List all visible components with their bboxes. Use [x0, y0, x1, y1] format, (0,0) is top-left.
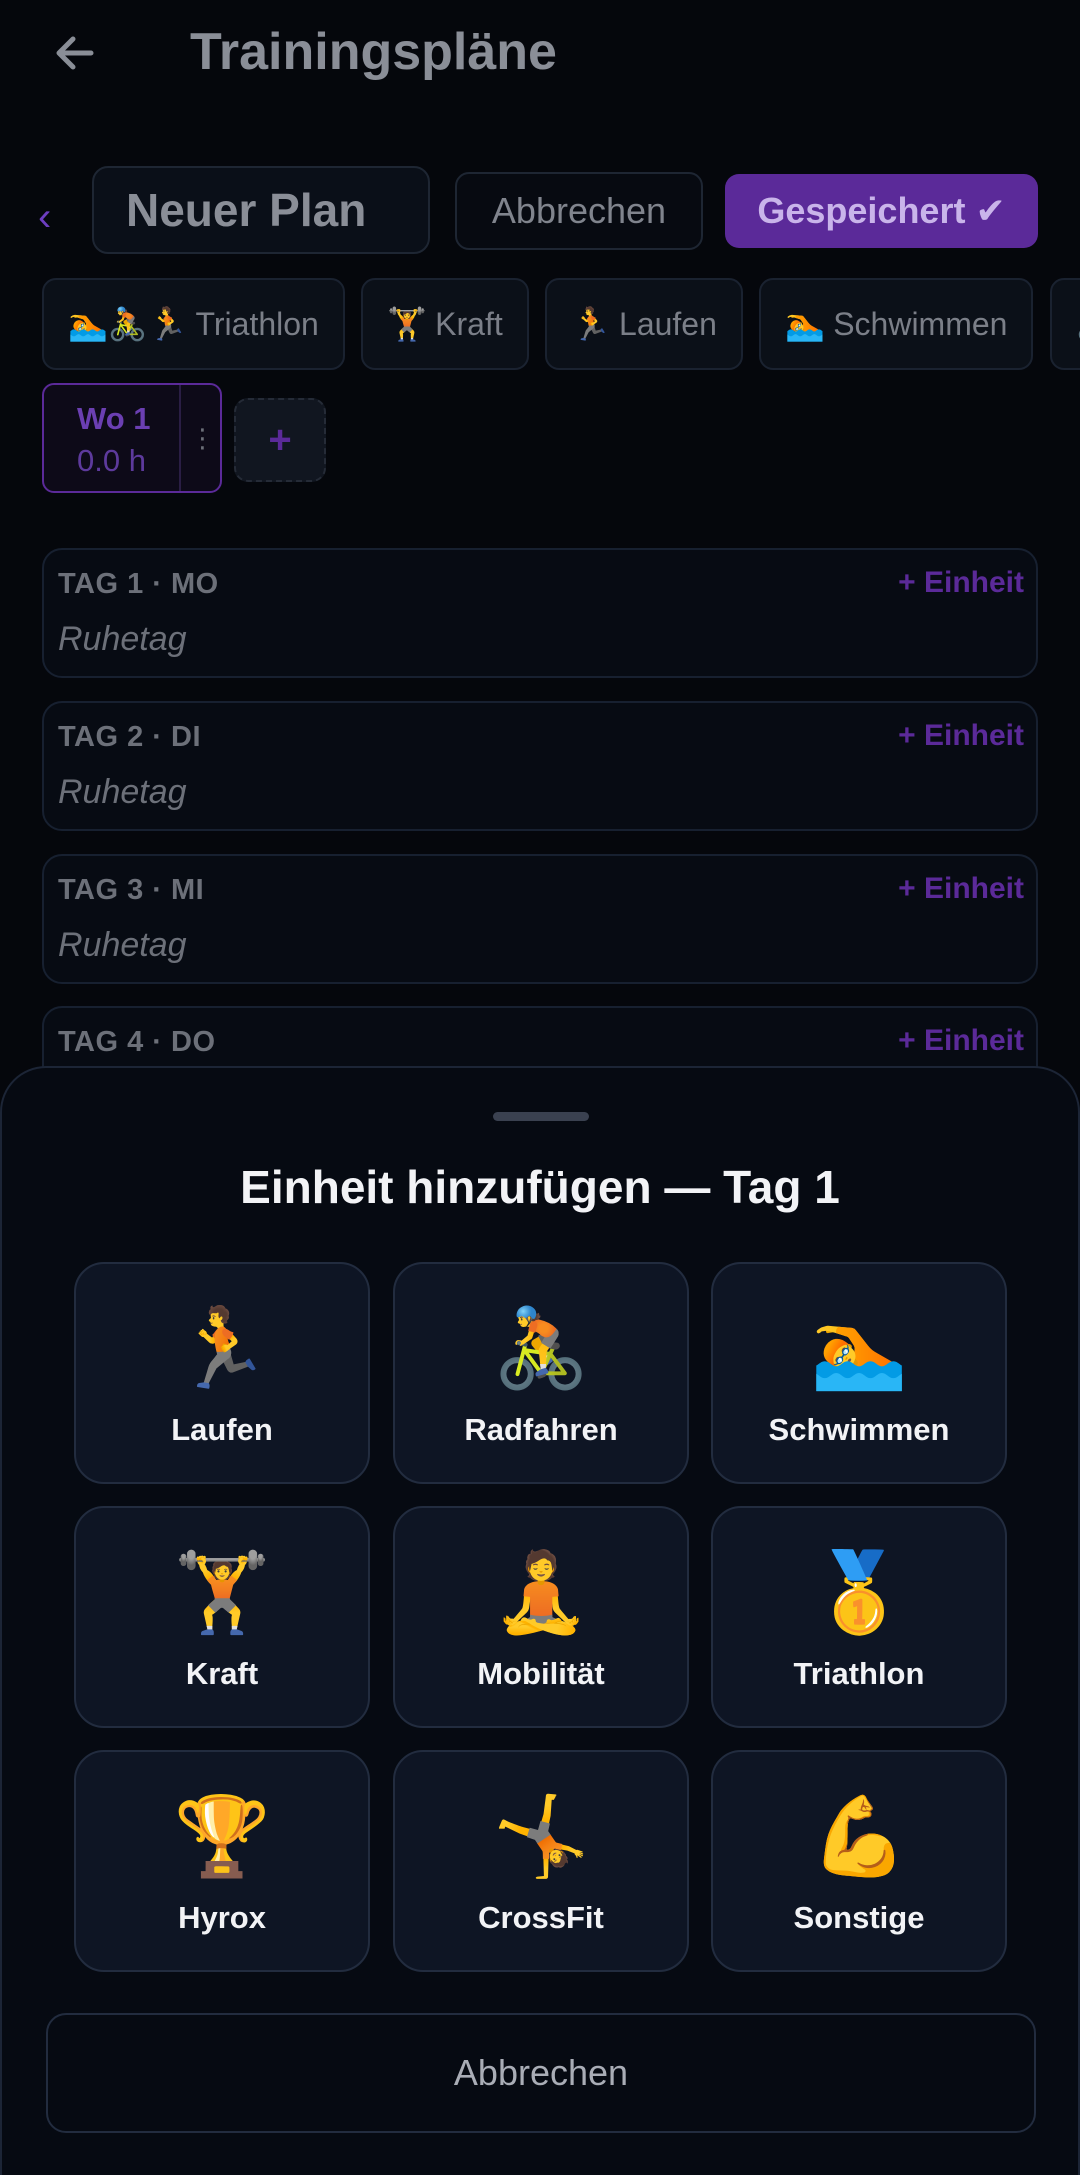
- day-card-1: TAG 1 · MO + Einheit Ruhetag: [42, 548, 1038, 678]
- medal-icon: 🥇: [810, 1548, 908, 1636]
- add-session-button[interactable]: + Einheit: [898, 872, 1024, 906]
- sheet-title: Einheit hinzufügen — Tag 1: [240, 1161, 840, 1213]
- previous-plan-button[interactable]: ‹: [38, 192, 51, 242]
- activity-label: Schwimmen: [768, 1412, 950, 1447]
- activity-label: Kraft: [185, 1656, 259, 1691]
- trophy-icon: 🏆: [173, 1792, 271, 1880]
- week-menu-icon[interactable]: ⋮: [179, 385, 224, 491]
- chip-label: Schwimmen: [833, 305, 1008, 342]
- cartwheel-icon: 🤸: [492, 1792, 590, 1880]
- activity-label: Laufen: [171, 1412, 273, 1447]
- week-tab-1[interactable]: Wo 1 0.0 h ⋮: [42, 383, 222, 493]
- add-session-sheet: Einheit hinzufügen — Tag 1 🏃 Laufen 🚴 Ra…: [0, 1066, 1080, 2175]
- chip-schwimmen[interactable]: 🏊 Schwimmen: [759, 278, 1034, 370]
- chip-triathlon[interactable]: 🏊🚴🏃 Triathlon: [42, 278, 345, 370]
- sheet-cancel-button[interactable]: Abbrechen: [46, 2013, 1036, 2133]
- add-week-button[interactable]: +: [234, 398, 326, 482]
- week-label: Wo 1: [77, 401, 151, 436]
- meditation-icon: 🧘: [492, 1548, 590, 1636]
- activity-label: Radfahren: [464, 1412, 618, 1447]
- activity-sonstige[interactable]: 💪 Sonstige: [711, 1750, 1007, 1972]
- page-title: Trainingspläne: [190, 23, 557, 81]
- chip-label: Triathlon: [195, 305, 319, 342]
- activity-schwimmen[interactable]: 🏊 Schwimmen: [711, 1262, 1007, 1484]
- activity-label: Triathlon: [793, 1656, 925, 1691]
- add-session-button[interactable]: + Einheit: [898, 1024, 1024, 1058]
- activity-kraft[interactable]: 🏋 Kraft: [74, 1506, 370, 1728]
- biceps-icon: 💪: [810, 1792, 908, 1880]
- day-status: Ruhetag: [58, 773, 187, 811]
- activity-hyrox[interactable]: 🏆 Hyrox: [74, 1750, 370, 1972]
- day-status: Ruhetag: [58, 926, 187, 964]
- template-chips: 🏊🚴🏃Triathlon 🏋Kraft 🏃Laufen 🏊Schwimmen 🚴…: [42, 278, 1080, 373]
- day-label: TAG 3 · MI: [58, 874, 205, 906]
- add-session-button[interactable]: + Einheit: [898, 719, 1024, 753]
- triathlon-icon: 🏊🚴🏃: [68, 306, 188, 342]
- day-status: Ruhetag: [58, 620, 187, 658]
- running-icon: 🏃: [173, 1304, 271, 1392]
- cycling-icon: 🚴: [1076, 305, 1080, 343]
- cycling-icon: 🚴: [492, 1304, 590, 1392]
- activity-radfahren[interactable]: 🚴 Radfahren: [393, 1262, 689, 1484]
- activity-crossfit[interactable]: 🤸 CrossFit: [393, 1750, 689, 1972]
- activity-mobilitaet[interactable]: 🧘 Mobilität: [393, 1506, 689, 1728]
- day-label: TAG 1 · MO: [58, 568, 219, 600]
- chip-kraft[interactable]: 🏋 Kraft: [361, 278, 529, 370]
- swimming-icon: 🏊: [810, 1304, 908, 1392]
- chip-radfahren[interactable]: 🚴R: [1049, 278, 1080, 370]
- day-card-3: TAG 3 · MI + Einheit Ruhetag: [42, 854, 1038, 984]
- day-label: TAG 4 · DO: [58, 1026, 216, 1058]
- chip-label: Kraft: [435, 305, 503, 342]
- sheet-drag-handle[interactable]: [493, 1112, 589, 1121]
- chip-laufen[interactable]: 🏃 Laufen: [545, 278, 743, 370]
- weightlifting-icon: 🏋: [173, 1548, 271, 1636]
- arrow-left-icon: [56, 36, 94, 70]
- week-hours: 0.0 h: [77, 443, 146, 478]
- add-session-button[interactable]: + Einheit: [898, 566, 1024, 600]
- running-icon: 🏃: [571, 306, 612, 342]
- activity-triathlon[interactable]: 🥇 Triathlon: [711, 1506, 1007, 1728]
- saved-button[interactable]: Gespeichert ✔: [725, 174, 1038, 248]
- back-button[interactable]: [40, 18, 110, 88]
- day-card-2: TAG 2 · DI + Einheit Ruhetag: [42, 701, 1038, 831]
- activity-label: CrossFit: [478, 1900, 604, 1935]
- activity-label: Hyrox: [178, 1900, 266, 1935]
- activity-label: Mobilität: [477, 1656, 605, 1691]
- weightlifting-icon: 🏋: [387, 306, 428, 342]
- activity-laufen[interactable]: 🏃 Laufen: [74, 1262, 370, 1484]
- cancel-button[interactable]: Abbrechen: [455, 172, 703, 250]
- activity-label: Sonstige: [793, 1900, 925, 1935]
- swimming-icon: 🏊: [785, 306, 826, 342]
- day-label: TAG 2 · DI: [58, 721, 202, 753]
- plan-name-input[interactable]: Neuer Plan: [92, 166, 430, 254]
- chip-label: Laufen: [619, 305, 717, 342]
